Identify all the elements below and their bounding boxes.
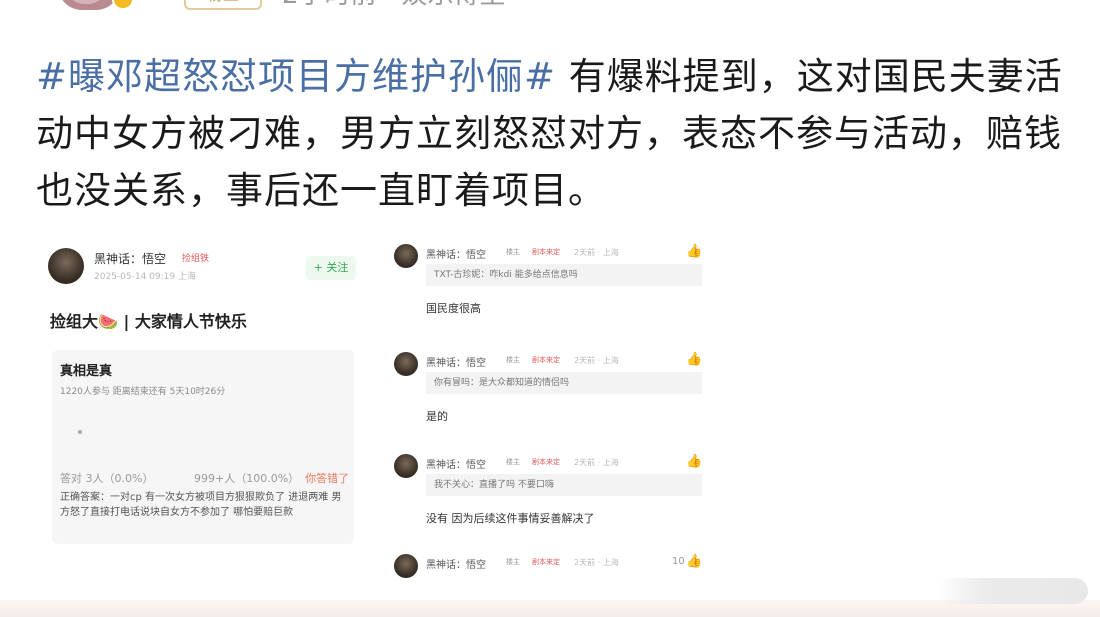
thumbs-up-icon: 👍 (686, 554, 703, 569)
poll-info: 1220人参与 距离结束还有 5天10时26分 (60, 387, 226, 397)
follow-button: + 关注 (306, 256, 356, 280)
owner-badge: 楼主 (506, 458, 520, 466)
comment-meta: 2天前 · 上海 (574, 458, 619, 467)
verified-badge-icon (112, 0, 134, 10)
poll-description: 正确答案：一对cp 有一次女方被项目方狠狠欺负了 进退两难 男方怒了直接打电话说… (60, 492, 342, 518)
quoted-reply: 你有冒吗：是大众都知道的情侣吗 (426, 372, 702, 394)
avatar (394, 352, 418, 376)
poll-option-2-count: 999+人（100.0%） (194, 472, 300, 485)
poll-option-2: 999+人（100.0%） 你答错了 (194, 470, 349, 486)
comment-author: 黑神话：悟空 (426, 250, 486, 261)
fan-badge[interactable]: 粉丝 (184, 0, 262, 10)
bottom-divider (0, 600, 1100, 617)
avatar (394, 244, 418, 268)
comment-meta: 2天前 · 上海 (574, 356, 619, 365)
post-text: #曝邓超怒怼项目方维护孙俪# 有爆料提到，这对国民夫妻活动中女方被刁难，男方立刻… (36, 48, 1076, 219)
script-badge: 剧本来定 (532, 558, 560, 566)
comment-text: 没有 因为后续这件事情妥善解决了 (426, 512, 595, 525)
post-meta: 2小时前 · 娱乐博主 (282, 0, 505, 10)
post-header: 粉丝 2小时前 · 娱乐博主 (0, 0, 1100, 16)
poll-title: 真相是真 (60, 364, 113, 379)
comment-meta: 2天前 · 上海 (574, 248, 619, 257)
poll-card: 真相是真 1220人参与 距离结束还有 5天10时26分 答对 3人（0.0%）… (52, 350, 354, 544)
post-hashtag[interactable]: #曝邓超怒怼项目方维护孙俪# (36, 55, 556, 98)
owner-badge: 楼主 (506, 248, 520, 256)
post-time: 2025-05-14 09:19 上海 (94, 272, 196, 282)
embedded-post-screenshot[interactable]: 黑神话：悟空 捡组铁 2025-05-14 09:19 上海 + 关注 捡组大🍉… (42, 238, 364, 578)
script-badge: 剧本来定 (532, 356, 560, 364)
embedded-post-title: 捡组大🍉 | 大家情人节快乐 (50, 312, 247, 331)
horizontal-scrollbar[interactable] (938, 578, 1088, 604)
comment-author: 黑神话：悟空 (426, 460, 486, 471)
embedded-comments-screenshot[interactable]: 黑神话：悟空 楼主 剧本来定 2天前 · 上海 👍 TXT-古珍妮：咋kdi 能… (390, 238, 708, 578)
quoted-reply: TXT-古珍妮：咋kdi 能多给点信息吗 (426, 264, 702, 286)
comment-meta: 2天前 · 上海 (574, 558, 619, 567)
owner-badge: 楼主 (506, 558, 520, 566)
poll-dot (78, 430, 82, 434)
avatar (394, 454, 418, 478)
comment-text: 是的 (426, 410, 448, 423)
comment-author: 黑神话：悟空 (426, 560, 486, 571)
comment-text: 国民度很高 (426, 302, 481, 315)
comment-author: 黑神话：悟空 (426, 358, 486, 369)
like-count: 10 (672, 556, 685, 567)
poll-result-label: 你答错了 (305, 472, 350, 485)
quoted-reply: 我不关心：直播了吗 不要口嗨 (426, 474, 702, 496)
avatar (394, 554, 418, 578)
poll-option-1: 答对 3人（0.0%） (60, 472, 154, 485)
script-badge: 剧本来定 (532, 458, 560, 466)
author-avatar[interactable] (58, 0, 120, 10)
user-name: 黑神话：悟空 (94, 252, 167, 266)
avatar (48, 248, 84, 284)
user-tag: 捡组铁 (182, 254, 210, 264)
thumbs-up-icon: 👍 (686, 454, 703, 469)
script-badge: 剧本来定 (532, 248, 560, 256)
owner-badge: 楼主 (506, 356, 520, 364)
thumbs-up-icon: 👍 (686, 352, 703, 367)
thumbs-up-icon: 👍 (686, 244, 703, 259)
